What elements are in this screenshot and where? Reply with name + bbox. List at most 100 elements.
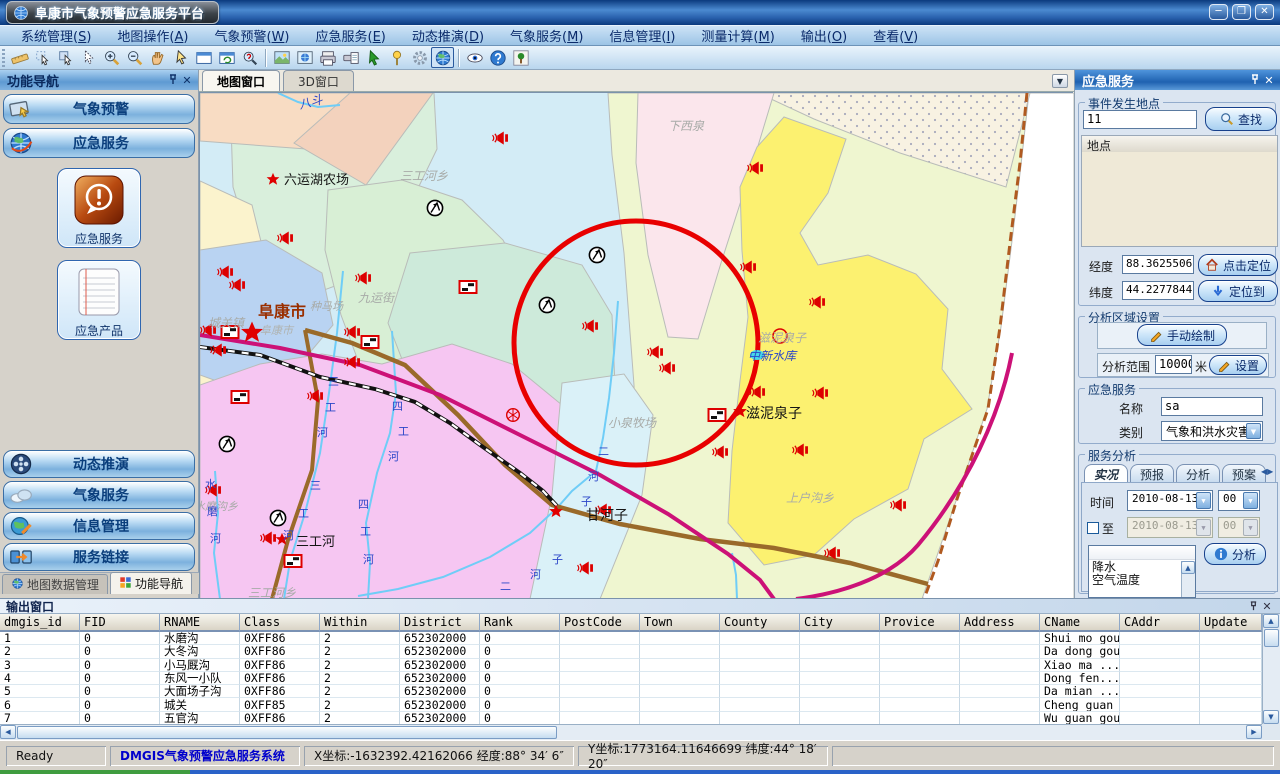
close-button[interactable]: ✕	[1255, 4, 1274, 20]
analysis-tab-1[interactable]: 预报	[1130, 464, 1174, 482]
analysis-tab-3[interactable]: 预案	[1222, 464, 1266, 482]
column-header[interactable]: Town	[640, 614, 720, 632]
menu-item-4[interactable]: 动态推演(D)	[399, 25, 497, 46]
pin-icon[interactable]	[166, 73, 180, 87]
list-scroll-up-icon[interactable]: ▲	[1181, 561, 1195, 574]
menu-item-7[interactable]: 测量计算(M)	[688, 25, 787, 46]
to-date-select[interactable]: 2010-08-13▼	[1127, 517, 1213, 538]
scroll-right-icon[interactable]: ▶	[1246, 725, 1262, 739]
go-pointer-icon[interactable]	[362, 47, 385, 68]
tab-map-window[interactable]: 地图窗口	[202, 70, 280, 91]
big-button-1[interactable]: 应急产品	[57, 260, 141, 340]
zoom-in-icon[interactable]	[100, 47, 123, 68]
column-header[interactable]: Within	[320, 614, 400, 632]
lng-input[interactable]: 88.3625506	[1122, 255, 1194, 274]
refresh-window-icon[interactable]	[215, 47, 238, 68]
menu-item-9[interactable]: 查看(V)	[860, 25, 931, 46]
nav-group-1[interactable]: 应急服务	[3, 128, 195, 158]
column-header[interactable]: Class	[240, 614, 320, 632]
column-header[interactable]: Address	[960, 614, 1040, 632]
nav-group-bottom-0[interactable]: 动态推演	[3, 450, 195, 478]
station-icon[interactable]	[219, 436, 234, 451]
help-icon[interactable]	[486, 47, 509, 68]
table-row[interactable]: 20大冬沟0XFF8626523020000Da dong gou	[0, 645, 1262, 658]
station-icon[interactable]	[589, 247, 604, 262]
place-pin-icon[interactable]	[385, 47, 408, 68]
pin-icon[interactable]	[1246, 599, 1260, 613]
scene-image-icon[interactable]	[293, 47, 316, 68]
analyze-button[interactable]: 分析	[1204, 543, 1266, 565]
settings-gear-icon[interactable]	[408, 47, 431, 68]
menu-item-1[interactable]: 地图操作(A)	[104, 25, 201, 46]
select-polygon-icon[interactable]	[31, 47, 54, 68]
column-header[interactable]: FID	[80, 614, 160, 632]
print-preview-icon[interactable]	[339, 47, 362, 68]
tab-3d-window[interactable]: 3D窗口	[283, 70, 354, 91]
map-svg[interactable]: 八斗六运湖农场三工河乡下西泉九运街阜康市种马场城关镇阜康市小泉牧场滋泥泉子中新水…	[200, 93, 1074, 599]
close-icon[interactable]: ✕	[1260, 599, 1274, 613]
fit-window-icon[interactable]	[192, 47, 215, 68]
type-select[interactable]: 气象和洪水灾害▼	[1161, 421, 1263, 441]
export-tree-icon[interactable]	[509, 47, 532, 68]
column-header[interactable]: County	[720, 614, 800, 632]
pan-hand-icon[interactable]	[146, 47, 169, 68]
zoom-out-icon[interactable]	[123, 47, 146, 68]
column-header[interactable]: Provice	[880, 614, 960, 632]
minimize-button[interactable]: ─	[1209, 4, 1228, 20]
column-header[interactable]: District	[400, 614, 480, 632]
left-panel-tab-1[interactable]: 功能导航	[110, 572, 192, 594]
flag-marker-icon[interactable]	[362, 336, 379, 348]
column-header[interactable]: Update	[1200, 614, 1262, 632]
print-icon[interactable]	[316, 47, 339, 68]
analysis-tab-0[interactable]: 实况	[1084, 464, 1128, 482]
table-row[interactable]: 30小马厩沟0XFF8626523020000Xiao ma ...	[0, 659, 1262, 672]
map-canvas[interactable]: 八斗六运湖农场三工河乡下西泉九运街阜康市种马场城关镇阜康市小泉牧场滋泥泉子中新水…	[199, 92, 1073, 598]
menu-item-5[interactable]: 气象服务(M)	[497, 25, 596, 46]
menu-item-6[interactable]: 信息管理(I)	[596, 25, 688, 46]
select-arrow-icon[interactable]	[77, 47, 100, 68]
manual-draw-button[interactable]: 手动绘制	[1137, 324, 1227, 346]
table-row[interactable]: 40东风一小队0XFF8626523020000Dong fen...	[0, 672, 1262, 685]
table-row[interactable]: 60城关0XFF8526523020000Cheng guan	[0, 698, 1262, 711]
table-row[interactable]: 50大面场子沟0XFF8626523020000Da mian ...	[0, 685, 1262, 698]
column-header[interactable]: dmgis_id	[0, 614, 80, 632]
find-button[interactable]: 查找	[1205, 107, 1277, 131]
menu-item-0[interactable]: 系统管理(S)	[8, 25, 104, 46]
flag-marker-icon[interactable]	[285, 555, 302, 567]
set-button[interactable]: 设置	[1209, 355, 1267, 375]
measure-icon[interactable]	[8, 47, 31, 68]
identify-icon[interactable]	[238, 47, 261, 68]
globe-icon[interactable]	[431, 47, 454, 68]
table-row[interactable]: 10水磨沟0XFF8626523020000Shui mo gou	[0, 632, 1262, 645]
name-input[interactable]: sa	[1161, 397, 1263, 416]
to-hour-select[interactable]: 00▼	[1218, 517, 1260, 538]
column-header[interactable]: City	[800, 614, 880, 632]
flag-marker-icon[interactable]	[232, 391, 249, 403]
big-button-0[interactable]: 应急服务	[57, 168, 141, 248]
nav-group-0[interactable]: 气象预警	[3, 94, 195, 124]
scroll-up-icon[interactable]: ▲	[1263, 614, 1279, 628]
menu-item-3[interactable]: 应急服务(E)	[303, 25, 399, 46]
analysis-tab-2[interactable]: 分析	[1176, 464, 1220, 482]
station-icon[interactable]	[270, 510, 285, 525]
select-rect-icon[interactable]	[54, 47, 77, 68]
chevron-down-icon[interactable]: ▼	[1246, 423, 1261, 439]
place-list[interactable]	[1081, 152, 1278, 247]
left-panel-tab-0[interactable]: 地图数据管理	[2, 574, 108, 594]
menu-item-8[interactable]: 输出(O)	[788, 25, 860, 46]
visibility-eye-icon[interactable]	[463, 47, 486, 68]
map-image-icon[interactable]	[270, 47, 293, 68]
locate-to-button[interactable]: 定位到	[1198, 280, 1278, 302]
scroll-down-icon[interactable]: ▼	[1263, 710, 1279, 724]
location-search-input[interactable]: 11	[1083, 110, 1197, 129]
column-header[interactable]: PostCode	[560, 614, 640, 632]
to-checkbox[interactable]	[1087, 522, 1099, 534]
close-icon[interactable]: ✕	[180, 73, 194, 87]
nav-group-bottom-1[interactable]: 气象服务	[3, 481, 195, 509]
range-input[interactable]: 10000	[1155, 355, 1192, 374]
restore-button[interactable]: ❐	[1232, 4, 1251, 20]
column-header[interactable]: CName	[1040, 614, 1120, 632]
flag-marker-icon[interactable]	[460, 281, 477, 293]
map-tab-dropdown-icon[interactable]: ▼	[1052, 74, 1068, 88]
column-header[interactable]: RNAME	[160, 614, 240, 632]
